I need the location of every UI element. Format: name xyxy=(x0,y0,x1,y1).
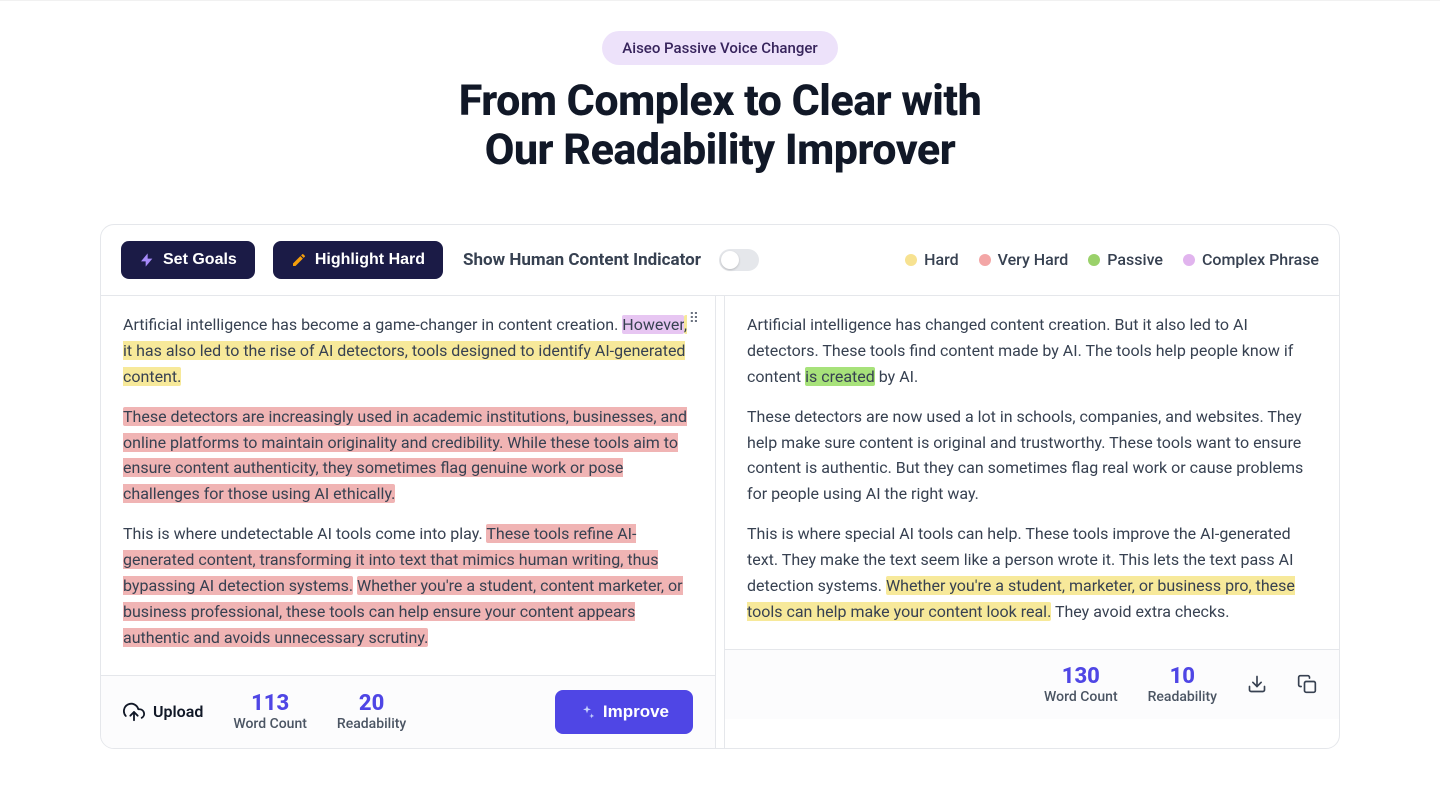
sparkle-icon xyxy=(579,704,595,720)
highlight-hard-button[interactable]: Highlight Hard xyxy=(273,241,443,279)
word-count-stat: 113 Word Count xyxy=(233,691,307,732)
highlight-passive: is created xyxy=(805,367,875,386)
highlight-very-hard: These detectors are increasingly used in… xyxy=(123,407,687,504)
editor-panel: Set Goals Highlight Hard Show Human Cont… xyxy=(100,224,1340,749)
lightning-icon xyxy=(139,252,155,268)
text-plain: This is where undetectable AI tools come… xyxy=(123,524,486,543)
input-text[interactable]: ⠿ Artificial intelligence has become a g… xyxy=(101,296,715,675)
text-plain: by AI. xyxy=(875,367,918,386)
drag-handle-icon[interactable]: ⠿ xyxy=(689,312,701,326)
highlight-complex: However xyxy=(622,315,684,334)
readability-stat: 10 Readability xyxy=(1148,664,1217,705)
title-line-1: From Complex to Clear with xyxy=(459,76,981,126)
input-pane: ⠿ Artificial intelligence has become a g… xyxy=(101,296,716,748)
dot-icon xyxy=(1183,254,1195,266)
text-plain: They avoid extra checks. xyxy=(1051,602,1229,621)
improve-button[interactable]: Improve xyxy=(555,690,693,734)
legend-passive: Passive xyxy=(1088,250,1163,269)
output-text[interactable]: Artificial intelligence has changed cont… xyxy=(725,296,1339,649)
legend-complex: Complex Phrase xyxy=(1183,250,1319,269)
legend-hard-label: Hard xyxy=(924,250,959,269)
human-indicator-label: Show Human Content Indicator xyxy=(463,250,701,270)
upload-button[interactable]: Upload xyxy=(123,701,203,723)
cloud-upload-icon xyxy=(123,701,145,723)
download-button[interactable] xyxy=(1247,674,1267,694)
improve-label: Improve xyxy=(603,702,669,722)
output-pane: Artificial intelligence has changed cont… xyxy=(724,296,1339,748)
word-count-label: Word Count xyxy=(1044,689,1118,705)
word-count-stat: 130 Word Count xyxy=(1044,664,1118,705)
product-badge: Aiseo Passive Voice Changer xyxy=(602,31,837,65)
readability-value: 10 xyxy=(1148,664,1217,689)
text-plain: Artificial intelligence has become a gam… xyxy=(123,315,622,334)
legend: Hard Very Hard Passive Complex Phrase xyxy=(905,250,1319,269)
readability-label: Readability xyxy=(1148,689,1217,705)
dot-icon xyxy=(979,254,991,266)
dot-icon xyxy=(1088,254,1100,266)
upload-label: Upload xyxy=(153,702,203,721)
word-count-label: Word Count xyxy=(233,716,307,732)
highlight-hard-label: Highlight Hard xyxy=(315,251,425,269)
legend-passive-label: Passive xyxy=(1107,250,1163,269)
input-footer: Upload 113 Word Count 20 Readability xyxy=(101,675,715,748)
panes: ⠿ Artificial intelligence has become a g… xyxy=(101,295,1339,748)
title-line-2: Our Readability Improver xyxy=(485,125,956,175)
human-indicator-toggle[interactable] xyxy=(719,249,759,271)
readability-value: 20 xyxy=(337,691,406,716)
readability-label: Readability xyxy=(337,716,406,732)
toolbar: Set Goals Highlight Hard Show Human Cont… xyxy=(101,225,1339,295)
word-count-value: 130 xyxy=(1044,664,1118,689)
word-count-value: 113 xyxy=(233,691,307,716)
legend-very-hard-label: Very Hard xyxy=(998,250,1069,269)
pencil-icon xyxy=(291,252,307,268)
set-goals-label: Set Goals xyxy=(163,251,237,269)
dot-icon xyxy=(905,254,917,266)
page-title: From Complex to Clear with Our Readabili… xyxy=(459,77,981,176)
text-plain: These detectors are now used a lot in sc… xyxy=(747,407,1303,504)
legend-complex-label: Complex Phrase xyxy=(1202,250,1319,269)
legend-very-hard: Very Hard xyxy=(979,250,1069,269)
copy-button[interactable] xyxy=(1297,674,1317,694)
set-goals-button[interactable]: Set Goals xyxy=(121,241,255,279)
output-footer: 130 Word Count 10 Readability xyxy=(725,649,1339,719)
legend-hard: Hard xyxy=(905,250,959,269)
readability-stat: 20 Readability xyxy=(337,691,406,732)
